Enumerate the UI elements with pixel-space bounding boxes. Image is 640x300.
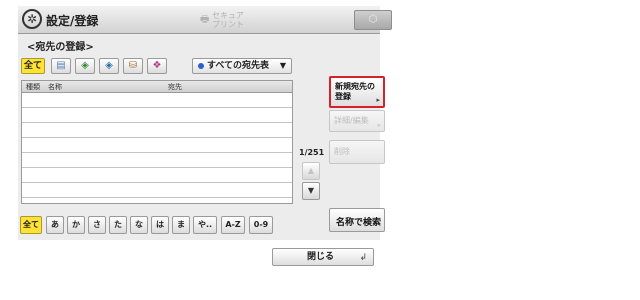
details-edit-button[interactable]: 詳細/編集 ▸ (329, 110, 385, 132)
kana-tab-ya[interactable]: や.. (193, 216, 217, 234)
secure-print-button[interactable]: 🖶 セキュア プリント (198, 11, 284, 29)
register-destination-panel: <宛先の登録> 全て ▤ ◈ ◈ ⛁ ❖ すべての宛先表 ▼ 種類 名称 宛先 (18, 34, 385, 240)
list-row[interactable] (22, 94, 292, 108)
filter-all-label: 全て (23, 61, 42, 71)
address-book-select[interactable]: すべての宛先表 ▼ (192, 58, 292, 74)
title-bar: ✲ 設定/登録 🖶 セキュア プリント ⬡ (18, 6, 392, 34)
screen-title: <宛先の登録> (27, 42, 94, 53)
list-row[interactable] (22, 109, 292, 123)
filter-card-button[interactable]: ▤ (51, 58, 71, 74)
kana-tab-a-z[interactable]: A-Z (221, 216, 245, 234)
details-edit-label: 詳細/編集 (334, 116, 369, 125)
status-monitor-icon: ⬡ (368, 14, 378, 25)
kana-tab-ta[interactable]: た (109, 216, 127, 234)
list-row[interactable] (22, 184, 292, 198)
app-title: 設定/登録 (46, 14, 99, 28)
arrow-down-icon: ▼ (307, 186, 315, 195)
scroll-down-button[interactable]: ▼ (302, 182, 320, 200)
scroll-up-button[interactable]: ▲ (302, 162, 320, 180)
delete-button[interactable]: 削除 (329, 140, 385, 164)
kana-tab-a[interactable]: あ (46, 216, 64, 234)
list-row[interactable] (22, 169, 292, 183)
column-name: 名称 (48, 83, 62, 91)
close-button[interactable]: 閉じる ↲ (272, 248, 374, 266)
kana-index-bar: 全て あ か さ た な は ま や.. A-Z 0-9 (20, 216, 298, 236)
group-icon-2: ◈ (105, 60, 113, 71)
page-counter: 1/251 (299, 148, 325, 157)
kana-tab-all[interactable]: 全て (20, 216, 42, 234)
new-address-label: 新規宛先の 登録 (335, 82, 375, 101)
filter-person-button[interactable]: ⛁ (123, 58, 143, 74)
search-by-name-label: 名称で検索 (336, 218, 382, 228)
kana-tab-0-9[interactable]: 0-9 (249, 216, 273, 234)
destination-list: 種類 名称 宛先 (21, 80, 293, 204)
chevron-down-icon: ▼ (279, 61, 286, 70)
delete-label: 削除 (334, 147, 350, 156)
filter-books-button[interactable]: ❖ (147, 58, 167, 74)
list-row[interactable] (22, 124, 292, 138)
kana-tab-ma[interactable]: ま (172, 216, 190, 234)
books-icon: ❖ (152, 60, 162, 71)
kana-tab-na[interactable]: な (130, 216, 148, 234)
arrow-up-icon: ▲ (307, 166, 315, 175)
group-icon: ◈ (81, 60, 89, 71)
filter-group2-button[interactable]: ◈ (99, 58, 119, 74)
secure-print-icon: 🖶 (200, 14, 210, 25)
list-row[interactable] (22, 139, 292, 153)
address-book-value: すべての宛先表 (207, 61, 270, 71)
list-header: 種類 名称 宛先 (22, 81, 292, 93)
kana-tab-sa[interactable]: さ (88, 216, 106, 234)
corner-arrow-icon: ▸ (376, 96, 380, 104)
card-icon: ▤ (56, 60, 66, 71)
enter-icon: ↲ (359, 253, 367, 263)
status-monitor-button[interactable]: ⬡ (354, 10, 392, 30)
address-book-dot-icon (198, 63, 204, 69)
corner-arrow-icon: ▸ (377, 121, 381, 129)
filter-all-button[interactable]: 全て (21, 58, 45, 74)
close-label: 閉じる (307, 252, 335, 262)
secure-print-label: セキュア プリント (212, 11, 244, 29)
column-destination: 宛先 (168, 83, 182, 91)
person-icon: ⛁ (128, 60, 138, 71)
list-row[interactable] (22, 154, 292, 168)
new-address-register-button[interactable]: 新規宛先の 登録 ▸ (329, 76, 385, 108)
kana-tab-ha[interactable]: は (151, 216, 169, 234)
settings-registration-icon: ✲ (22, 9, 42, 29)
kana-tab-ka[interactable]: か (67, 216, 85, 234)
search-by-name-button[interactable]: 名称で検索 (329, 208, 385, 232)
column-type: 種類 (26, 83, 40, 91)
filter-group-button[interactable]: ◈ (75, 58, 95, 74)
